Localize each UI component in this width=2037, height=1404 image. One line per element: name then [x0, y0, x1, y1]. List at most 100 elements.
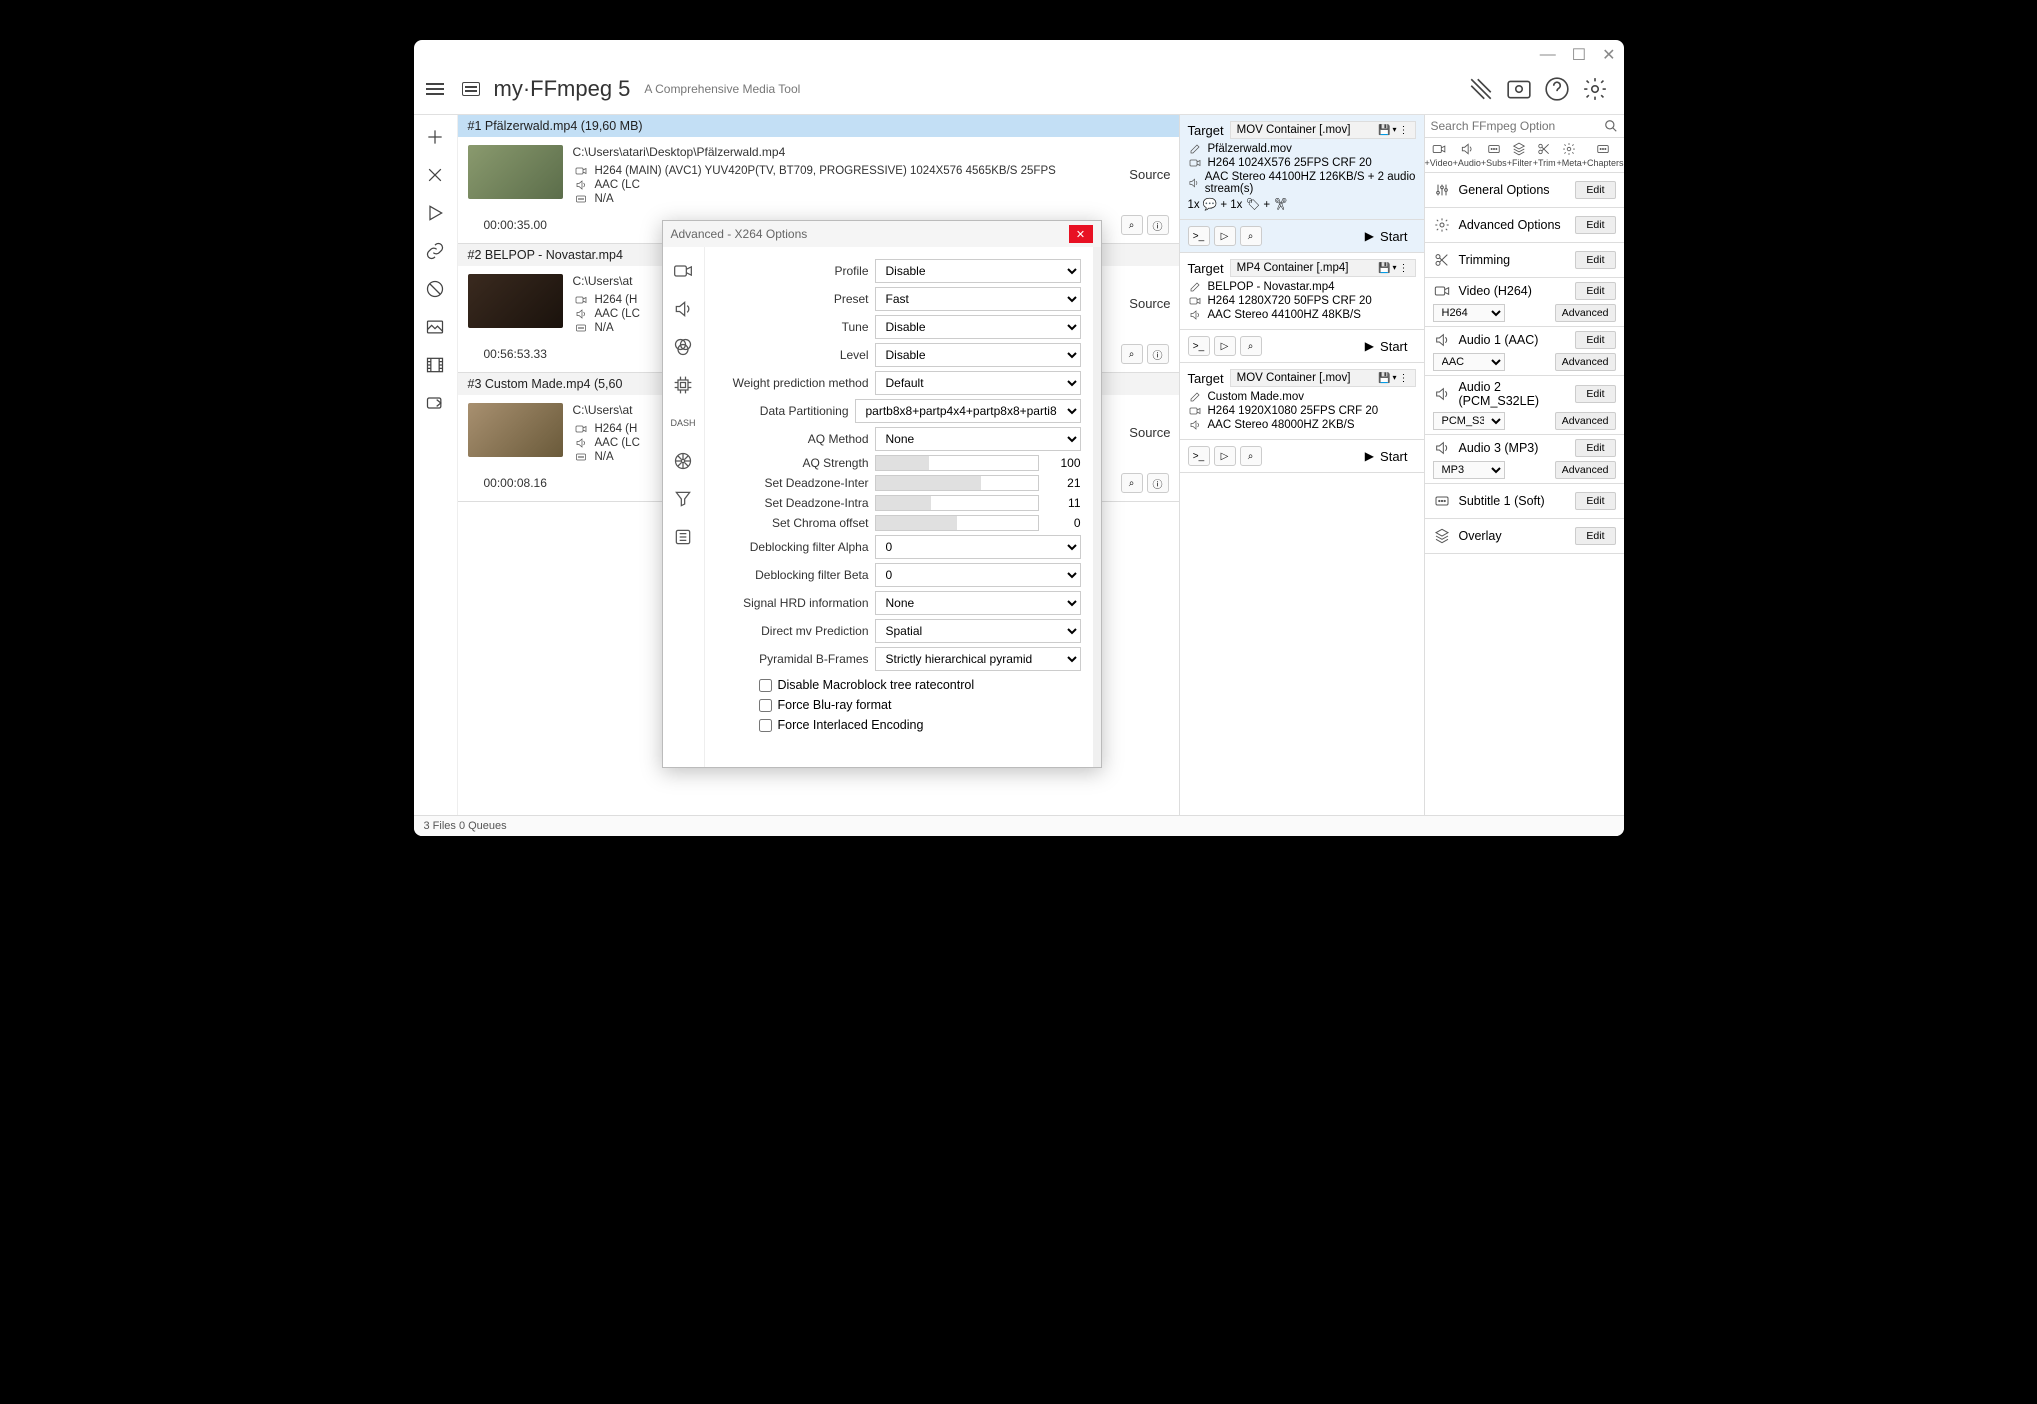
tab-chapters[interactable]: +Chapters	[1582, 138, 1624, 172]
queue-icon[interactable]	[462, 82, 480, 96]
tab-subs[interactable]: +Subs	[1481, 138, 1507, 172]
codec-select[interactable]: H264	[1433, 304, 1505, 322]
terminal-button[interactable]: >_	[1188, 446, 1210, 466]
link-icon[interactable]	[425, 241, 445, 261]
start-button[interactable]: ▶Start	[1357, 227, 1416, 246]
form-select[interactable]: Default	[875, 371, 1081, 395]
form-label: Set Chroma offset	[709, 516, 869, 530]
file-video-stream: H264 (H	[595, 423, 638, 435]
film-icon[interactable]	[425, 355, 445, 375]
form-checkbox[interactable]	[759, 699, 772, 712]
image-icon[interactable]	[425, 317, 445, 337]
dialog-tab-filter-icon[interactable]	[673, 489, 693, 509]
container-selector[interactable]: MOV Container [.mov] 💾▾⋮	[1230, 369, 1416, 387]
form-checkbox[interactable]	[759, 719, 772, 732]
edit-button[interactable]: Edit	[1575, 216, 1615, 234]
dialog-tab-dash-icon[interactable]: DASH	[673, 413, 693, 433]
help-icon[interactable]	[1544, 76, 1570, 102]
terminal-button[interactable]: >_	[1188, 226, 1210, 246]
source-details-button[interactable]: ⓘ	[1147, 344, 1169, 364]
maximize-button[interactable]: ☐	[1572, 45, 1586, 65]
form-checkbox[interactable]	[759, 679, 772, 692]
codec-select[interactable]: MP3	[1433, 461, 1505, 479]
container-selector[interactable]: MP4 Container [.mp4] 💾▾⋮	[1230, 259, 1416, 277]
preview-button[interactable]: ▷	[1214, 446, 1236, 466]
play-icon[interactable]	[425, 203, 445, 223]
inspect-button[interactable]: ⌕	[1240, 446, 1262, 466]
target-block[interactable]: Target MOV Container [.mov] 💾▾⋮ Custom M…	[1180, 363, 1424, 440]
form-select[interactable]: Disable	[875, 259, 1081, 283]
form-select[interactable]: Disable	[875, 315, 1081, 339]
container-selector[interactable]: MOV Container [.mov] 💾▾⋮	[1230, 121, 1416, 139]
search-input[interactable]	[1431, 119, 1604, 133]
form-select[interactable]: 0	[875, 563, 1081, 587]
form-select[interactable]: Fast	[875, 287, 1081, 311]
form-slider[interactable]	[875, 455, 1039, 471]
target-block[interactable]: Target MOV Container [.mov] 💾▾⋮ Pfälzerw…	[1180, 115, 1424, 220]
form-slider[interactable]	[875, 515, 1039, 531]
close-button[interactable]: ✕	[1602, 45, 1615, 65]
dialog-tab-audio-icon[interactable]	[673, 299, 693, 319]
tab-filter[interactable]: +Filter	[1507, 138, 1532, 172]
start-button[interactable]: ▶Start	[1357, 337, 1416, 356]
form-select[interactable]: 0	[875, 535, 1081, 559]
tab-video[interactable]: +Video	[1425, 138, 1453, 172]
edit-button[interactable]: Edit	[1575, 385, 1615, 403]
remove-icon[interactable]	[425, 165, 445, 185]
advanced-button[interactable]: Advanced	[1555, 461, 1616, 479]
edit-button[interactable]: Edit	[1575, 251, 1615, 269]
tab-trim[interactable]: +Trim	[1532, 138, 1557, 172]
dialog-close-button[interactable]: ✕	[1069, 225, 1093, 243]
edit-button[interactable]: Edit	[1575, 439, 1615, 457]
target-label: Target	[1188, 261, 1224, 276]
source-details-button[interactable]: ⓘ	[1147, 473, 1169, 493]
dialog-tab-cpu-icon[interactable]	[673, 375, 693, 395]
form-select[interactable]: None	[875, 427, 1081, 451]
terminal-button[interactable]: >_	[1188, 336, 1210, 356]
codec-select[interactable]: AAC	[1433, 353, 1505, 371]
dialog-tab-color-icon[interactable]	[673, 337, 693, 357]
source-info-button[interactable]: ⌕	[1121, 473, 1143, 493]
form-select[interactable]: partb8x8+partp4x4+partp8x8+parti8	[855, 399, 1081, 423]
folder-eye-icon[interactable]	[1506, 76, 1532, 102]
tab-audio[interactable]: +Audio	[1453, 138, 1481, 172]
form-slider[interactable]	[875, 495, 1039, 511]
source-details-button[interactable]: ⓘ	[1147, 215, 1169, 235]
form-select[interactable]: None	[875, 591, 1081, 615]
blocked-icon[interactable]	[425, 279, 445, 299]
inspect-button[interactable]: ⌕	[1240, 226, 1262, 246]
tab-meta[interactable]: +Meta	[1556, 138, 1581, 172]
gear-icon[interactable]	[1582, 76, 1608, 102]
preview-button[interactable]: ▷	[1214, 226, 1236, 246]
dialog-tab-wheel-icon[interactable]	[673, 451, 693, 471]
inspect-button[interactable]: ⌕	[1240, 336, 1262, 356]
form-select[interactable]: Strictly hierarchical pyramid	[875, 647, 1081, 671]
advanced-button[interactable]: Advanced	[1555, 304, 1616, 322]
start-button[interactable]: ▶Start	[1357, 447, 1416, 466]
source-info-button[interactable]: ⌕	[1121, 215, 1143, 235]
edit-button[interactable]: Edit	[1575, 282, 1615, 300]
form-slider[interactable]	[875, 475, 1039, 491]
minimize-button[interactable]: —	[1540, 46, 1556, 64]
edit-button[interactable]: Edit	[1575, 331, 1615, 349]
option-subrow: AAC Advanced	[1425, 353, 1624, 375]
edit-button[interactable]: Edit	[1575, 492, 1615, 510]
advanced-button[interactable]: Advanced	[1555, 353, 1616, 371]
export-icon[interactable]	[425, 393, 445, 413]
advanced-button[interactable]: Advanced	[1555, 412, 1616, 430]
edit-button[interactable]: Edit	[1575, 181, 1615, 199]
form-select[interactable]: Disable	[875, 343, 1081, 367]
hamburger-icon[interactable]	[422, 79, 448, 99]
dialog-scrollbar[interactable]	[1093, 247, 1101, 767]
codec-select[interactable]: PCM_S32LE	[1433, 412, 1505, 430]
search-icon[interactable]	[1604, 119, 1618, 133]
form-select[interactable]: Spatial	[875, 619, 1081, 643]
add-icon[interactable]	[425, 127, 445, 147]
preview-button[interactable]: ▷	[1214, 336, 1236, 356]
dialog-tab-video-icon[interactable]	[673, 261, 693, 281]
edit-button[interactable]: Edit	[1575, 527, 1615, 545]
dialog-tab-misc-icon[interactable]	[673, 527, 693, 547]
target-block[interactable]: Target MP4 Container [.mp4] 💾▾⋮ BELPOP -…	[1180, 253, 1424, 330]
source-info-button[interactable]: ⌕	[1121, 344, 1143, 364]
effects-icon[interactable]	[1468, 76, 1494, 102]
